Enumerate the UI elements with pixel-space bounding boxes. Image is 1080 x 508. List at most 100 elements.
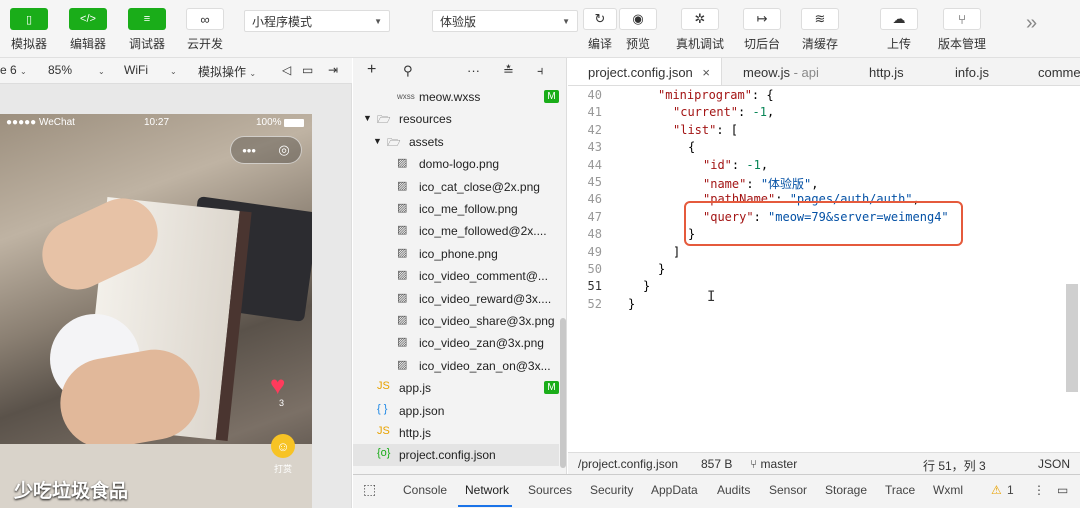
add-icon[interactable]: + <box>367 61 376 79</box>
file-explorer: + ⚲ ··· ≛ ⫞ wxss meow.wxss M ▼ 🗁 resources ▼ 🗁 a… <box>353 58 567 474</box>
tree-item-ico-video-zan-3x-png[interactable]: ▨ ico_video_zan@3x.png <box>353 332 559 354</box>
tree-item-ico-video-reward-3x-[interactable]: ▨ ico_video_reward@3x.... <box>353 288 559 310</box>
zoom-select[interactable]: 85% ⌄ <box>48 63 105 77</box>
chevron-down-icon: ⌄ <box>20 67 27 76</box>
chevron-down-icon[interactable]: ▼ <box>373 136 382 146</box>
devtools-tab-sources[interactable]: Sources <box>528 483 572 497</box>
tab-project-config[interactable]: project.config.json × <box>568 58 722 85</box>
close-target-icon[interactable]: ◎ <box>278 142 289 158</box>
devtools-tab-wxml[interactable]: Wxml <box>933 483 963 497</box>
tree-item-domo-logo-png[interactable]: ▨ domo-logo.png <box>353 153 559 175</box>
more-chevron-icon[interactable]: » <box>1026 12 1037 35</box>
dock-icon[interactable]: ▭ <box>1057 483 1068 497</box>
code-token: : <box>738 105 753 120</box>
chevron-down-icon[interactable]: ▼ <box>363 113 372 123</box>
warning-icon[interactable]: ⚠ <box>991 483 1002 497</box>
editor-button[interactable]: </> 编辑器 <box>69 8 107 52</box>
tree-item-ico-video-share-3x-png[interactable]: ▨ ico_video_share@3x.png <box>353 310 559 332</box>
more-icon[interactable]: ··· <box>467 63 480 78</box>
tree-item-resources[interactable]: ▼ 🗁 resources <box>353 108 559 130</box>
background-button[interactable]: ↦ 切后台 <box>743 8 781 52</box>
device-debug-button[interactable]: ✲ 真机调试 <box>676 8 724 52</box>
heart-icon[interactable]: ♥ <box>270 370 285 401</box>
split-icon[interactable]: ⫞ <box>537 63 544 79</box>
code-token: } <box>643 279 651 294</box>
debugger-button[interactable]: ≡ 调试器 <box>128 8 166 52</box>
clear-cache-button[interactable]: ≋ 清缓存 <box>801 8 839 52</box>
tree-item-label: http.js <box>399 426 432 440</box>
code-token: "list" <box>673 122 717 137</box>
device-select[interactable]: e 6 ⌄ <box>0 63 27 77</box>
tree-item-label: assets <box>409 134 444 149</box>
compile-button[interactable]: ↻ 编译 <box>583 8 617 52</box>
devtools-tab-appdata[interactable]: AppData <box>651 483 698 497</box>
tree-item-http-js[interactable]: JS http.js <box>353 422 559 444</box>
devtools-tab-sensor[interactable]: Sensor <box>769 483 807 497</box>
tab-meow-js[interactable]: meow.js - api <box>743 58 819 85</box>
tree-item-ico-cat-close-2x-png[interactable]: ▨ ico_cat_close@2x.png <box>353 176 559 198</box>
code-editor[interactable]: 40 "miniprogram": {41 "current": -1, 42 "lis… <box>568 86 1080 452</box>
network-select[interactable]: WiFi ⌄ <box>124 63 177 77</box>
sim-ops-select[interactable]: 模拟操作 ⌄ <box>198 63 256 80</box>
devtools-tab-network[interactable]: Network <box>465 483 509 497</box>
code-line: } <box>628 297 635 311</box>
tree-item-label: meow.wxss <box>419 90 481 104</box>
window-icon[interactable]: ▭ <box>302 63 313 77</box>
tree-item-app-json[interactable]: { } app.json <box>353 400 559 422</box>
config-file-icon: {o} <box>377 447 391 460</box>
preview-button[interactable]: ◉ 预览 <box>619 8 657 52</box>
tree-item-ico-video-comment-[interactable]: ▨ ico_video_comment@... <box>353 265 559 287</box>
tree-item-ico-me-followed-2x-[interactable]: ▨ ico_me_followed@2x.... <box>353 220 559 242</box>
reward-icon[interactable]: ☺ <box>271 434 295 458</box>
modified-badge: M <box>544 90 559 103</box>
tree-item-ico-me-follow-png[interactable]: ▨ ico_me_follow.png <box>353 198 559 220</box>
cloud-dev-button[interactable]: ∞ 云开发 <box>186 8 224 52</box>
tab-comment[interactable]: comme <box>1038 58 1080 85</box>
tree-item-ico-phone-png[interactable]: ▨ ico_phone.png <box>353 243 559 265</box>
explorer-toolbar: + ⚲ ··· ≛ ⫞ <box>353 58 567 86</box>
tree-item-label: project.config.json <box>399 448 496 463</box>
phone-status-bar: ●●●●● WeChat 10:27 100% <box>0 114 312 132</box>
tab-http-js[interactable]: http.js <box>869 58 904 85</box>
tree-item-label: ico_me_followed@2x.... <box>419 224 547 239</box>
tree-item-label: ico_video_zan@3x.png <box>419 336 544 351</box>
code-token: "miniprogram" <box>658 88 752 102</box>
branch-status[interactable]: ⑂ master <box>750 457 797 471</box>
tree-item-project-config-json[interactable]: {o} project.config.json <box>353 444 559 467</box>
tree-item-assets[interactable]: ▼ 🗁 assets <box>353 131 559 153</box>
menu-dots-icon[interactable]: ••• <box>242 143 256 158</box>
miniprogram-capsule[interactable]: ••• ◎ <box>230 136 302 164</box>
code-line: } <box>643 279 650 293</box>
close-icon[interactable]: × <box>702 65 710 80</box>
devtools-tab-storage[interactable]: Storage <box>825 483 867 497</box>
detach-icon[interactable]: ⇥ <box>328 63 338 77</box>
tree-item-app-js[interactable]: JS app.js M <box>353 377 559 399</box>
tree-item-meow-wxss[interactable]: wxss meow.wxss M <box>353 86 559 108</box>
version-mgmt-button[interactable]: ⑂ 版本管理 <box>938 8 986 52</box>
version-select[interactable]: 体验版 ▼ <box>432 10 578 32</box>
inspect-icon[interactable]: ⬚ <box>363 481 376 498</box>
line-number: 46 <box>587 192 602 207</box>
devtools-tab-audits[interactable]: Audits <box>717 483 750 497</box>
tree-item-ico-video-zan-on-3x-[interactable]: ▨ ico_video_zan_on@3x... <box>353 355 559 377</box>
tree-item-label: ico_me_follow.png <box>419 202 518 216</box>
phone-screen[interactable]: ●●●●● WeChat 10:27 100% ••• ◎ ♥ 3 ☺ 打赏 少… <box>0 114 312 508</box>
line-number: 41 <box>587 105 602 120</box>
chevron-down-icon: ▼ <box>562 16 570 26</box>
explorer-scrollbar[interactable] <box>560 318 566 468</box>
menu-dots-icon[interactable]: ⋮ <box>1033 483 1045 497</box>
volume-icon[interactable]: ◁ <box>282 63 291 77</box>
mode-select[interactable]: 小程序模式 ▼ <box>244 10 390 32</box>
search-icon[interactable]: ⚲ <box>403 63 413 79</box>
editor-scrollbar[interactable] <box>1066 284 1078 392</box>
tab-info-js[interactable]: info.js <box>955 58 989 85</box>
devtools-tab-security[interactable]: Security <box>590 483 633 497</box>
collapse-icon[interactable]: ≛ <box>503 63 514 79</box>
devtools-tab-trace[interactable]: Trace <box>885 483 915 497</box>
simulator-button[interactable]: ▯ 模拟器 <box>10 8 48 52</box>
devtools-tab-console[interactable]: Console <box>403 483 447 497</box>
upload-button[interactable]: ☁ 上传 <box>880 8 918 52</box>
js-file-icon: JS <box>377 425 390 437</box>
code-token: "id" <box>703 157 732 172</box>
image-file-icon: ▨ <box>397 336 408 349</box>
